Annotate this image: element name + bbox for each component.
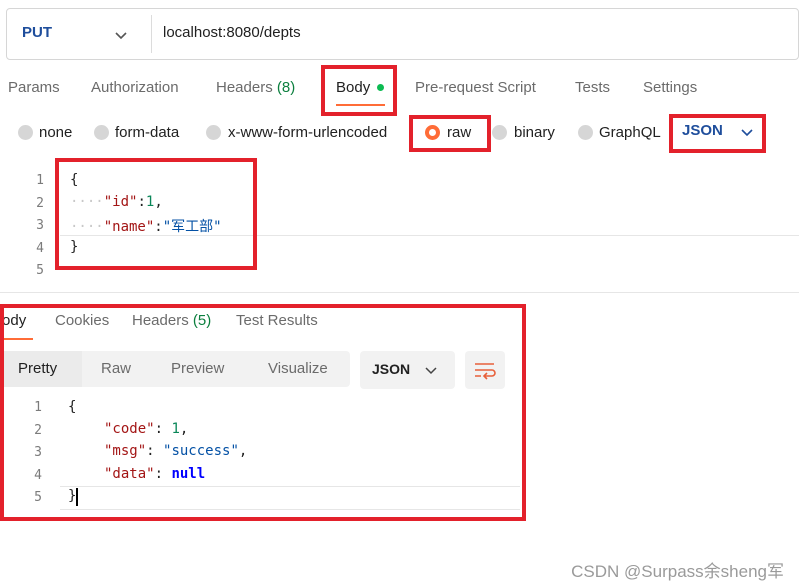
line-number: 2 [36, 196, 44, 211]
highlight-box [321, 65, 397, 116]
tab-pre-request-script[interactable]: Pre-request Script [415, 79, 536, 96]
highlight-box [669, 114, 766, 153]
watermark: CSDN @Surpass余sheng军 [571, 562, 784, 581]
radio-none[interactable] [18, 125, 33, 140]
url-input[interactable]: localhost:8080/depts [163, 24, 301, 41]
tab-tests[interactable]: Tests [575, 79, 610, 96]
radio-none-label[interactable]: none [39, 124, 72, 141]
radio-graphql-label[interactable]: GraphQL [599, 124, 661, 141]
line-number: 1 [36, 173, 44, 188]
tab-settings[interactable]: Settings [643, 79, 697, 96]
radio-form-data-label[interactable]: form-data [115, 124, 179, 141]
url-bar: PUT localhost:8080/depts [6, 8, 799, 60]
tab-headers[interactable]: Headers (8) [216, 79, 295, 96]
radio-urlencoded-label[interactable]: x-www-form-urlencoded [228, 124, 387, 141]
radio-form-data[interactable] [94, 125, 109, 140]
highlight-box [0, 304, 526, 521]
radio-binary[interactable] [492, 125, 507, 140]
method-select[interactable]: PUT [22, 24, 52, 41]
radio-urlencoded[interactable] [206, 125, 221, 140]
headers-count: (8) [276, 79, 296, 96]
radio-graphql[interactable] [578, 125, 593, 140]
tab-headers-label: Headers [216, 79, 273, 96]
url-divider [151, 15, 152, 53]
pane-divider [0, 292, 799, 293]
line-number: 4 [36, 241, 44, 256]
highlight-box [409, 115, 491, 152]
tab-params[interactable]: Params [8, 79, 60, 96]
highlight-box [55, 158, 257, 270]
chevron-down-icon[interactable] [111, 25, 131, 45]
tab-authorization[interactable]: Authorization [91, 79, 179, 96]
radio-binary-label[interactable]: binary [514, 124, 555, 141]
line-number: 3 [36, 218, 44, 233]
line-number: 5 [36, 263, 44, 278]
